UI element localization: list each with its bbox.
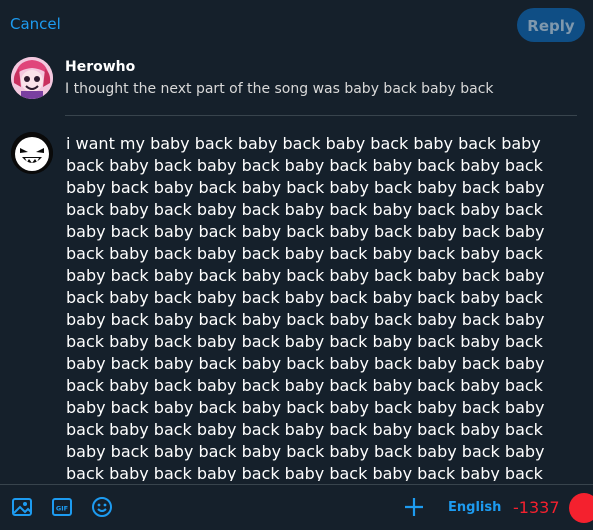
user-avatar[interactable] [11,132,53,174]
reply-header: Cancel Reply [0,0,593,50]
character-progress-circle [569,493,593,523]
original-tweet-text: I thought the next part of the song was … [65,81,494,97]
gif-icon[interactable]: GIF [51,496,73,518]
character-counter: -1337 [513,498,560,517]
compose-textarea[interactable]: i want my baby back baby back baby back … [66,133,546,481]
cancel-button[interactable]: Cancel [10,15,61,33]
original-author-avatar[interactable] [11,57,53,99]
compose-toolbar: GIF English -1337 [0,484,593,530]
gif-icon-label: GIF [56,505,68,513]
original-author-name[interactable]: Herowho [65,59,135,75]
emoji-icon[interactable] [91,496,113,518]
add-icon[interactable] [403,496,425,518]
image-icon[interactable] [11,496,33,518]
language-selector[interactable]: English [448,500,501,515]
reply-button[interactable]: Reply [517,8,585,42]
thread-divider [65,115,577,116]
